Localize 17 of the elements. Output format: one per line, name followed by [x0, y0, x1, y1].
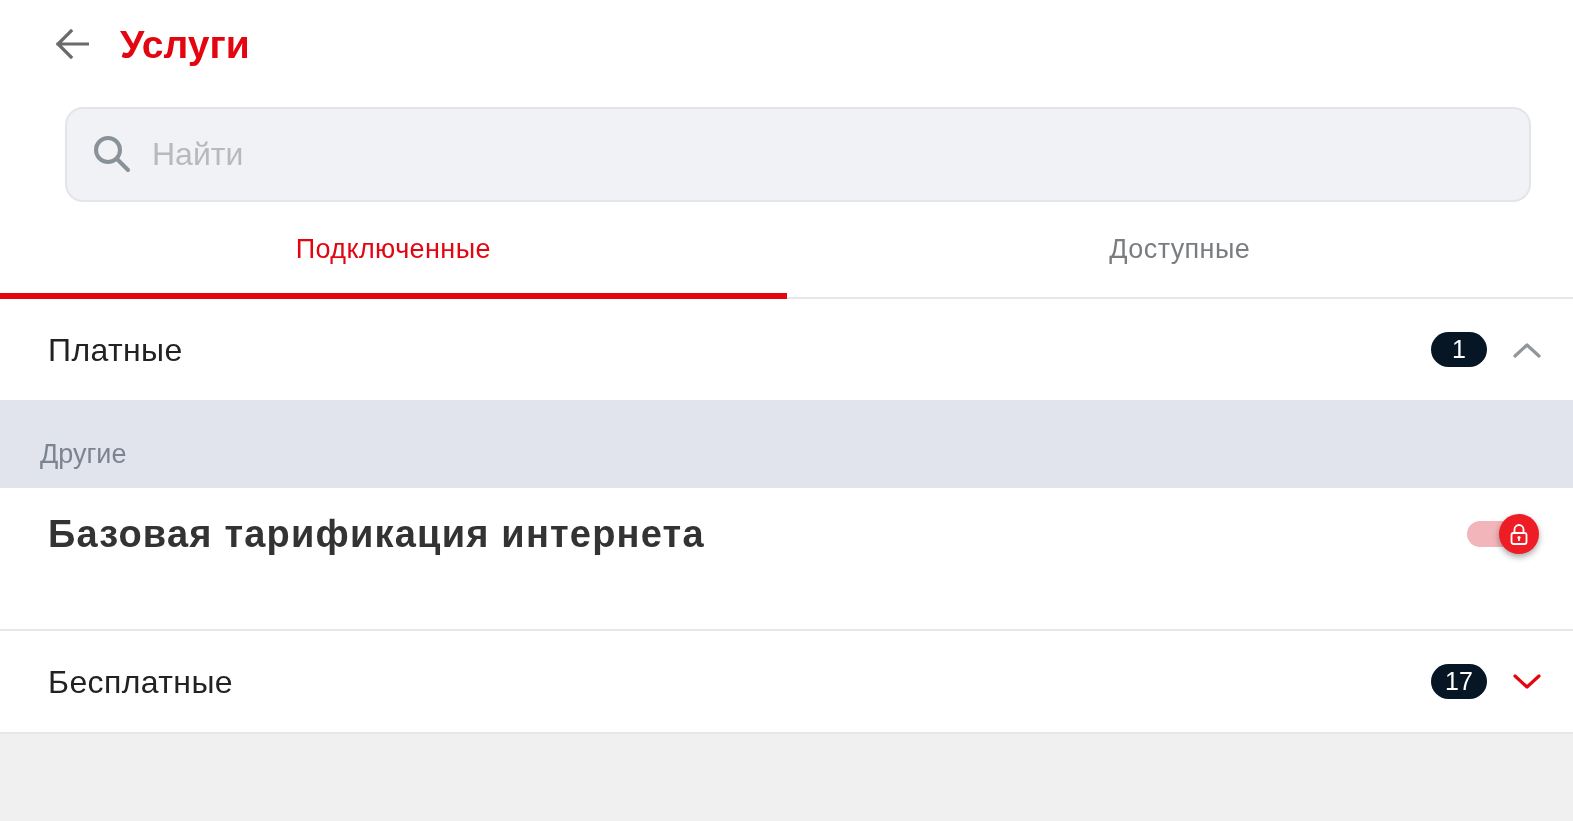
chevron-up-icon[interactable]	[1513, 341, 1541, 358]
service-name: Базовая тарификация интернета	[48, 512, 706, 557]
search-icon	[93, 135, 131, 173]
page-title: Услуги	[120, 24, 250, 64]
section-title: Бесплатные	[48, 662, 234, 702]
lock-icon	[1510, 523, 1528, 545]
section-header[interactable]: Бесплатные 17	[0, 631, 1573, 734]
tab[interactable]: Доступные	[786, 216, 1573, 299]
toggle-switch[interactable]	[1467, 514, 1539, 554]
back-arrow-icon[interactable]	[55, 29, 89, 59]
search-field[interactable]: Найти	[65, 107, 1531, 202]
section-header[interactable]: Платные 1	[0, 299, 1573, 402]
chevron-down-icon[interactable]	[1513, 673, 1541, 690]
count-badge: 17	[1431, 664, 1487, 699]
group-title: Другие	[40, 437, 127, 471]
section-title: Платные	[48, 330, 184, 370]
count-badge: 1	[1431, 332, 1487, 367]
